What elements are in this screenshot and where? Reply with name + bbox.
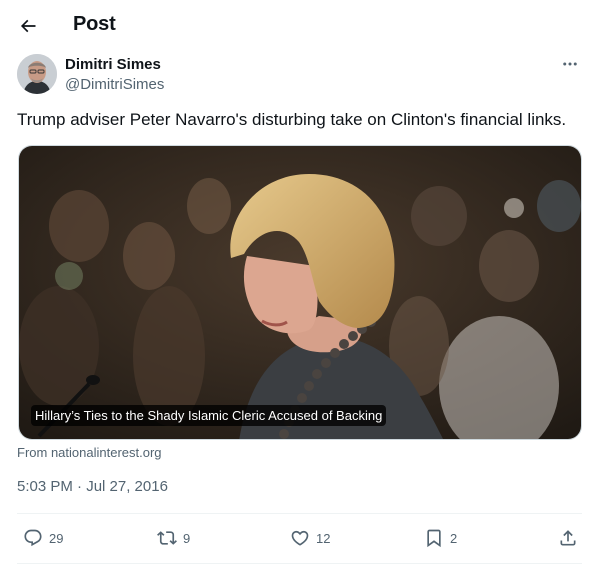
reply-icon bbox=[24, 529, 42, 547]
like-count: 12 bbox=[316, 530, 331, 546]
author-name[interactable]: Dimitri Simes bbox=[65, 56, 161, 73]
author-block: Dimitri Simes @DimitriSimes bbox=[17, 54, 582, 96]
divider-bottom bbox=[17, 563, 582, 564]
share-icon bbox=[560, 530, 576, 546]
post-text: Trump adviser Peter Navarro's disturbing… bbox=[17, 110, 567, 129]
post-header: Post bbox=[0, 0, 599, 52]
media-caption: Hillary’s Ties to the Shady Islamic Cler… bbox=[31, 405, 387, 426]
post-timestamp[interactable]: 5:03 PM · Jul 27, 2016 bbox=[17, 478, 168, 495]
back-arrow-icon bbox=[20, 19, 36, 33]
link-card-media[interactable]: Hillary’s Ties to the Shady Islamic Cler… bbox=[18, 145, 582, 440]
more-icon bbox=[563, 62, 577, 66]
like-icon bbox=[291, 530, 309, 546]
divider-top bbox=[17, 513, 582, 514]
reply-button[interactable]: 29 bbox=[23, 526, 63, 550]
repost-count: 9 bbox=[183, 530, 191, 546]
article-photo bbox=[19, 146, 581, 439]
share-button[interactable] bbox=[558, 526, 578, 550]
action-bar: 29 9 12 2 bbox=[0, 522, 599, 554]
bookmark-count: 2 bbox=[450, 530, 458, 546]
avatar[interactable] bbox=[17, 54, 57, 94]
more-options-button[interactable] bbox=[558, 54, 582, 74]
link-source[interactable]: From nationalinterest.org bbox=[17, 445, 162, 460]
reply-count: 29 bbox=[49, 530, 64, 546]
bookmark-button[interactable]: 2 bbox=[424, 526, 457, 550]
back-button[interactable] bbox=[12, 10, 44, 42]
like-button[interactable]: 12 bbox=[290, 526, 330, 550]
page-title: Post bbox=[73, 13, 116, 35]
repost-icon bbox=[157, 531, 177, 545]
bookmark-icon bbox=[427, 529, 441, 548]
author-handle[interactable]: @DimitriSimes bbox=[65, 76, 164, 93]
repost-button[interactable]: 9 bbox=[157, 526, 190, 550]
